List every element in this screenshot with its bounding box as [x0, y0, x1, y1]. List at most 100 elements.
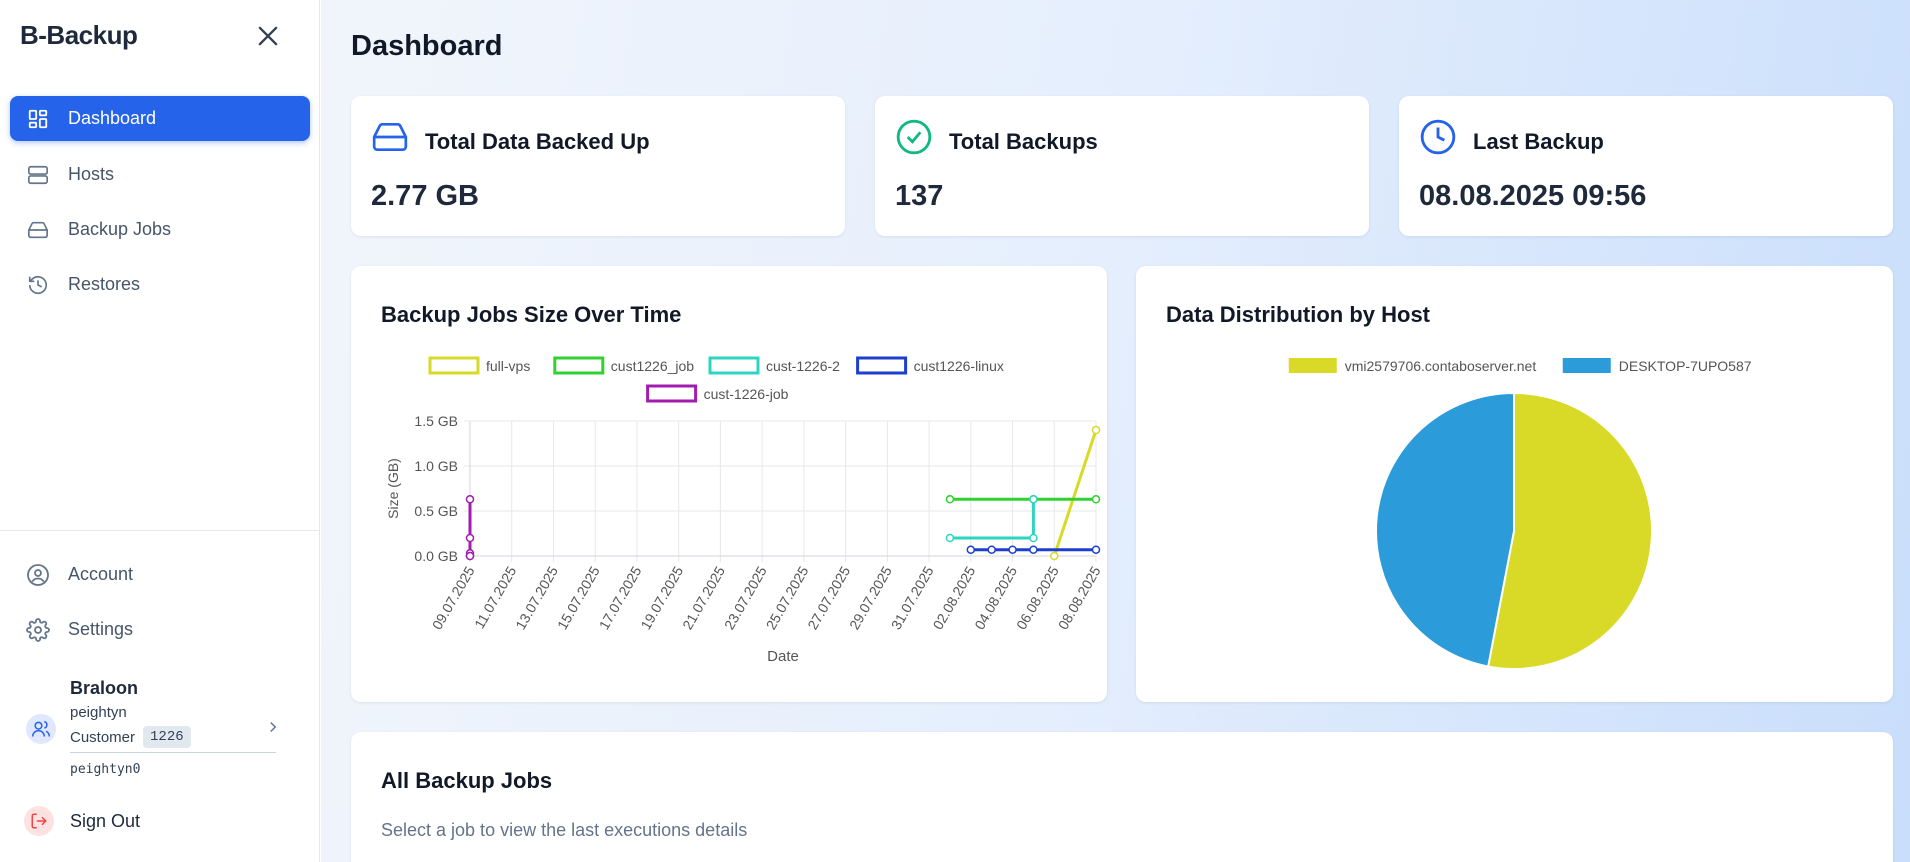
data-point	[987, 545, 996, 554]
legend-label: cust1226-linux	[914, 358, 1004, 374]
sign-out-button[interactable]: Sign Out	[24, 806, 140, 836]
legend-swatch	[646, 384, 698, 403]
data-point	[966, 545, 976, 554]
x-axis-title: Date	[767, 648, 799, 665]
sidebar-item-label: Settings	[68, 619, 134, 639]
data-point	[1091, 495, 1101, 504]
legend-label: cust1226_job	[611, 358, 695, 374]
data-point	[1091, 425, 1101, 435]
user-role-label: Customer	[70, 728, 136, 746]
y-tick-label: 0.0 GB	[414, 548, 458, 564]
sidebar-item-account[interactable]: Account	[10, 552, 310, 597]
host-distribution-chart-card: Data Distribution by Host vmi2579706.con…	[1136, 266, 1893, 702]
x-tick-label: 29.07.2025	[846, 563, 895, 632]
x-tick-label: 09.07.2025	[429, 563, 478, 632]
backup-size-line-chart: full-vps cust1226_job cust-1226-2 cust1226-…	[385, 356, 1104, 665]
legend-swatch	[1288, 358, 1337, 373]
y-tick-label: 0.5 GB	[414, 503, 458, 519]
sidebar-item-label: Hosts	[68, 164, 115, 184]
hard-drive-icon	[26, 218, 50, 242]
x-tick-label: 08.08.2025	[1055, 563, 1104, 632]
x-tick-label: 27.07.2025	[804, 563, 853, 632]
all-backup-jobs-card: All Backup Jobs Select a job to view the…	[351, 732, 1893, 862]
stat-title: Total Data Backed Up	[425, 129, 650, 154]
user-divider	[70, 752, 276, 753]
sidebar: B-Backup Dashboard Hosts Backup Jobs Res…	[0, 0, 320, 862]
series-line-cust-1226-2	[949, 499, 1035, 540]
x-tick-label: 15.07.2025	[554, 563, 603, 632]
legend-label: cust-1226-2	[766, 358, 840, 374]
page-title: Dashboard	[351, 30, 503, 62]
data-point	[465, 495, 475, 504]
user-login: peightyn	[70, 704, 127, 721]
legend-swatch	[553, 356, 605, 375]
gear-icon	[26, 617, 50, 642]
legend-label: full-vps	[486, 358, 530, 374]
sidebar-item-dashboard[interactable]: Dashboard	[10, 96, 310, 141]
x-tick-label: 06.08.2025	[1013, 563, 1062, 632]
data-point	[1029, 545, 1038, 554]
data-point	[1029, 533, 1038, 543]
legend-swatch	[856, 356, 908, 375]
data-point	[465, 551, 475, 561]
x-tick-label: 19.07.2025	[637, 563, 686, 632]
data-point	[1029, 495, 1038, 504]
dashboard-icon	[26, 107, 50, 131]
x-tick-label: 23.07.2025	[721, 563, 770, 632]
stat-card-total-data: Total Data Backed Up 2.77 GB	[351, 96, 845, 236]
x-tick-label: 17.07.2025	[596, 563, 645, 632]
user-circle-icon	[26, 563, 50, 587]
x-tick-label: 21.07.2025	[679, 563, 728, 632]
sidebar-item-hosts[interactable]: Hosts	[10, 152, 310, 197]
sidebar-item-label: Restores	[68, 274, 141, 294]
x-tick-label: 02.08.2025	[930, 563, 979, 632]
log-out-icon	[24, 806, 54, 836]
data-point	[1091, 545, 1101, 554]
x-tick-label: 11.07.2025	[471, 563, 519, 631]
host-distribution-pie-chart: vmi2579706.contaboserver.net DESKTOP-7UPO…	[1288, 358, 1752, 670]
legend-swatch	[1562, 358, 1611, 373]
sidebar-item-settings[interactable]: Settings	[10, 607, 310, 652]
history-icon	[26, 273, 50, 297]
stat-card-last-backup: Last Backup 08.08.2025 09:56	[1399, 96, 1893, 236]
sidebar-item-label: Account	[68, 564, 134, 584]
legend-item: DESKTOP-7UPO587	[1562, 358, 1752, 374]
sidebar-item-label: Backup Jobs	[68, 219, 172, 239]
legend-item: vmi2579706.contaboserver.net	[1288, 358, 1536, 374]
y-tick-label: 1.5 GB	[414, 413, 458, 429]
jobs-title: All Backup Jobs	[381, 768, 553, 793]
user-profile[interactable]: Braloon peightyn Customer 1226 peightyn0	[24, 674, 294, 784]
chevron-right-icon[interactable]	[264, 718, 282, 736]
x-tick-label: 31.07.2025	[888, 563, 937, 632]
x-tick-label: 25.07.2025	[763, 563, 812, 632]
data-point	[1008, 545, 1017, 554]
pie-slice	[1375, 391, 1515, 668]
sidebar-divider	[0, 530, 320, 531]
y-tick-label: 1.0 GB	[414, 458, 458, 474]
close-icon	[258, 26, 278, 46]
stat-value: 2.77 GB	[371, 180, 479, 212]
stat-title: Last Backup	[1473, 129, 1604, 154]
data-point	[945, 495, 955, 504]
series-line-full-vps	[1052, 429, 1098, 557]
sidebar-item-restores[interactable]: Restores	[10, 262, 310, 307]
legend-label: DESKTOP-7UPO587	[1619, 358, 1752, 374]
check-circle-icon	[896, 119, 932, 155]
server-icon	[26, 163, 50, 187]
user-name: Braloon	[70, 678, 139, 698]
jobs-subtitle: Select a job to view the last executions…	[381, 820, 748, 840]
stat-value: 137	[895, 180, 944, 212]
legend-item: cust-1226-job	[646, 384, 789, 403]
data-point	[945, 533, 955, 543]
sidebar-item-backup-jobs[interactable]: Backup Jobs	[10, 207, 310, 252]
user-role: Customer 1226	[70, 726, 191, 748]
legend-label: cust-1226-job	[704, 386, 789, 402]
user-code: peightyn0	[70, 762, 141, 777]
stat-title: Total Backups	[949, 129, 1098, 154]
clock-icon	[1420, 119, 1456, 155]
data-point	[1050, 551, 1059, 561]
close-sidebar-button[interactable]	[254, 22, 282, 50]
backup-size-chart-card: Backup Jobs Size Over Time full-vps cust1…	[351, 266, 1107, 702]
data-point	[465, 533, 475, 543]
legend-item: cust1226-linux	[856, 356, 1004, 375]
